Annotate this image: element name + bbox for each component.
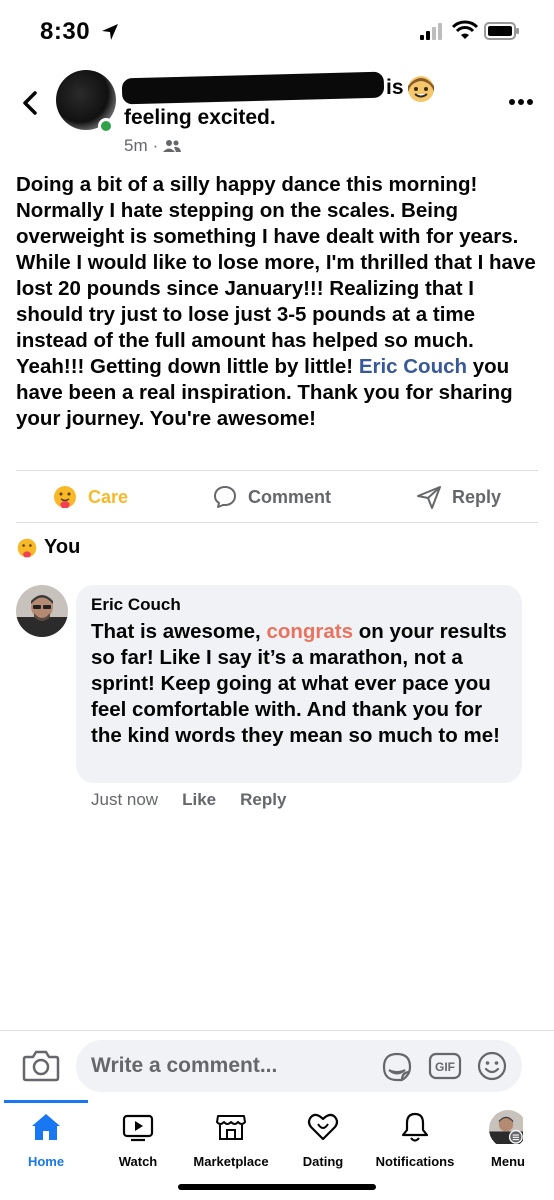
menu-avatar-photo [489,1110,523,1144]
composer-divider [0,1030,554,1031]
tab-watch[interactable]: Watch [114,1110,162,1180]
divider-bottom [16,522,538,523]
congrats-highlight: congrats [266,620,354,643]
home-icon [32,1114,60,1140]
friends-icon [163,140,182,152]
svg-text:GIF: GIF [435,1060,455,1074]
status-bar: 8:30 [0,0,554,60]
watch-icon [122,1114,154,1142]
battery-icon [484,22,519,40]
wifi-icon [452,20,478,39]
gif-icon[interactable]: GIF [428,1052,462,1080]
camera-icon[interactable] [22,1048,60,1082]
sticker-icon[interactable] [380,1050,414,1084]
mention-link[interactable]: Eric Couch [359,355,467,378]
comment-input-box: GIF [76,1040,522,1092]
tab-menu[interactable]: Menu [486,1110,530,1180]
cellular-signal-icon [420,23,442,40]
tab-marketplace[interactable]: Marketplace [190,1110,272,1180]
comment-text: That is awesome, congrats on your result… [91,620,507,747]
menu-avatar [489,1110,527,1148]
home-indicator [178,1184,376,1190]
divider-top [16,470,538,471]
commenter-photo [16,585,68,637]
tab-home[interactable]: Home [24,1110,68,1180]
reactions-summary[interactable]: You [16,536,80,559]
comment-time: Just now [91,790,159,809]
back-chevron-icon[interactable] [20,90,42,116]
marketplace-icon [216,1115,246,1140]
comment-button[interactable]: Comment [212,472,331,522]
excited-emoji-icon [408,76,434,102]
online-status-dot [98,118,114,134]
comment-bubble-icon [214,486,236,508]
comment-reply-button[interactable]: Reply [240,790,286,810]
care-emoji-icon [54,486,76,508]
care-button[interactable]: Care [52,472,128,522]
more-options-icon[interactable] [508,98,534,106]
bell-icon [401,1112,429,1142]
emoji-icon[interactable] [476,1050,508,1082]
comment-actions: Just now Like Reply [91,790,286,810]
comment-like-button[interactable]: Like [182,790,216,810]
send-arrow-icon [417,486,441,509]
commenter-avatar[interactable] [16,585,68,637]
active-tab-indicator [4,1100,88,1103]
post-action-bar: Care Comment Reply [0,472,554,522]
commenter-name[interactable]: Eric Couch [91,595,507,615]
dating-icon [307,1113,339,1141]
status-time: 8:30 [40,18,91,45]
post-time: 5m [124,136,148,155]
reply-button[interactable]: Reply [416,472,501,522]
tab-dating[interactable]: Dating [298,1110,348,1180]
post-meta: 5m · [124,136,182,156]
header-is-text: is [386,76,404,99]
redacted-author-name [121,71,385,105]
tab-notifications[interactable]: Notifications [374,1110,456,1180]
care-reaction-icon [17,538,37,557]
location-arrow-icon [102,24,118,40]
feeling-text: feeling excited. [124,106,276,129]
comment-bubble[interactable]: Eric Couch That is awesome, congrats on … [76,585,522,783]
comment-input[interactable] [91,1040,371,1092]
reactors-label: You [44,536,81,558]
post-body: Doing a bit of a silly happy dance this … [16,173,536,430]
